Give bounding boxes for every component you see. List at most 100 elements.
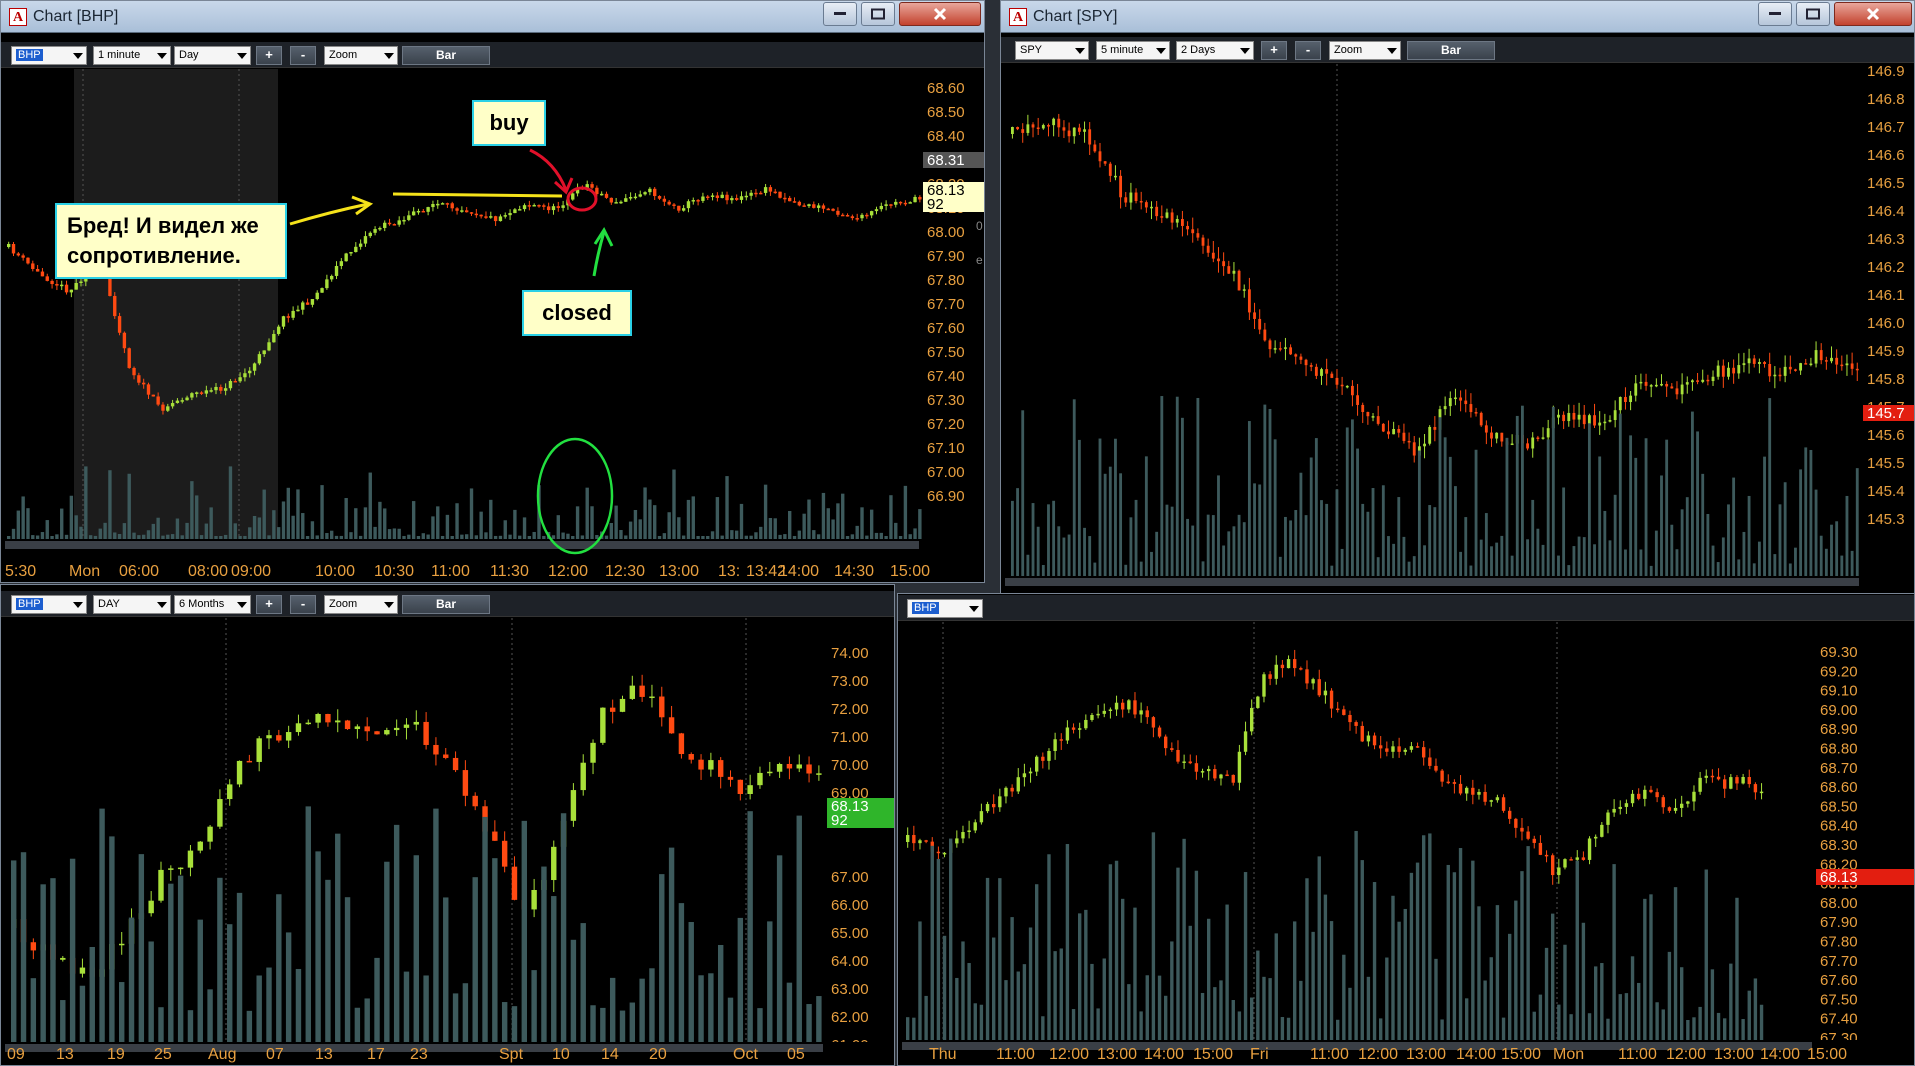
price-tag-label: 92 bbox=[927, 196, 944, 213]
volume-bar bbox=[484, 532, 488, 539]
candle-body bbox=[1047, 125, 1050, 127]
candle-body bbox=[1243, 731, 1248, 752]
maximize-button[interactable] bbox=[1796, 2, 1830, 26]
volume-bar bbox=[1256, 950, 1260, 1040]
interval-select[interactable]: DAY bbox=[93, 595, 171, 614]
title-bar[interactable]: A Chart [SPY] bbox=[1001, 1, 1914, 33]
volume-bar bbox=[199, 535, 204, 539]
close-button[interactable] bbox=[1834, 2, 1912, 26]
candle-body bbox=[1477, 791, 1481, 795]
bhp-2day-chart[interactable]: 69.30 69.20 69.10 69.00 68.90 68.80 68.70 68.60… bbox=[898, 622, 1915, 1066]
volume-bar bbox=[493, 535, 498, 539]
interval-select[interactable]: 5 minute bbox=[1096, 41, 1170, 60]
maximize-button[interactable] bbox=[861, 2, 895, 26]
volume-bar bbox=[571, 535, 575, 539]
candle-body bbox=[1675, 388, 1679, 395]
volume-bar bbox=[678, 903, 685, 1042]
volume-bar bbox=[855, 525, 859, 539]
zoom-in-button[interactable]: + bbox=[256, 46, 282, 65]
volume-bar bbox=[1084, 909, 1088, 1040]
candle-body bbox=[175, 400, 180, 404]
candle-body bbox=[1227, 266, 1231, 274]
period-select[interactable]: 6 Months bbox=[174, 595, 251, 614]
candle-body bbox=[1526, 831, 1530, 839]
title-bar[interactable]: A Chart [BHP] bbox=[1, 1, 984, 33]
zoom-select[interactable]: Zoom bbox=[324, 46, 398, 65]
candle-body bbox=[734, 198, 739, 200]
candle-body bbox=[286, 316, 290, 318]
symbol-select[interactable]: BHP bbox=[11, 595, 87, 614]
candle-body bbox=[918, 196, 922, 200]
volume-bar bbox=[1452, 872, 1457, 1040]
minimize-button[interactable] bbox=[823, 2, 857, 26]
candle-body bbox=[1047, 750, 1051, 761]
price-tick-label: 146.0 bbox=[1867, 315, 1905, 332]
zoom-in-button[interactable]: + bbox=[256, 595, 282, 614]
price-tick-label: 67.20 bbox=[927, 416, 965, 433]
interval-select[interactable]: 1 minute bbox=[93, 46, 171, 65]
volume-bar bbox=[1701, 473, 1705, 576]
candle bbox=[344, 252, 348, 262]
volume-bar bbox=[763, 484, 768, 539]
volume-bar bbox=[561, 532, 565, 539]
time-tick-label: 11:00 bbox=[1310, 1046, 1349, 1063]
candle-body bbox=[1661, 797, 1665, 808]
price-tick-label: 67.70 bbox=[1820, 953, 1858, 970]
volume-bar bbox=[725, 476, 729, 539]
volume-bar bbox=[1145, 975, 1149, 1040]
volume-bar bbox=[749, 535, 753, 539]
volume-bar bbox=[1093, 562, 1097, 576]
zoom-select[interactable]: Zoom bbox=[1329, 41, 1401, 60]
candle-body bbox=[1593, 415, 1596, 426]
candle-body bbox=[720, 194, 724, 198]
zoom-select[interactable]: Zoom bbox=[324, 595, 398, 614]
zoom-out-button[interactable]: - bbox=[290, 595, 316, 614]
time-tick-label: 15:00 bbox=[1807, 1046, 1847, 1063]
candle-body bbox=[168, 868, 174, 870]
period-select[interactable]: 2 Days bbox=[1176, 41, 1254, 60]
bar-type-button[interactable]: Bar bbox=[402, 46, 490, 65]
candle-body bbox=[204, 390, 209, 394]
bhp-intraday-chart[interactable]: 68.6068.5068.4068.3168.2068.1068.0067.90… bbox=[1, 69, 985, 583]
candle bbox=[1479, 411, 1483, 427]
volume-bar bbox=[1206, 514, 1210, 576]
candle-body bbox=[402, 219, 406, 222]
symbol-select[interactable]: BHP bbox=[907, 599, 983, 618]
volume-bar bbox=[1618, 994, 1622, 1040]
volume-bar bbox=[1783, 482, 1787, 576]
close-button[interactable] bbox=[899, 2, 981, 26]
volume-bar bbox=[1698, 1006, 1702, 1040]
volume-bar bbox=[992, 937, 996, 1040]
zoom-in-button[interactable]: + bbox=[1261, 41, 1287, 60]
candle-body bbox=[413, 721, 419, 725]
volume-bar bbox=[291, 515, 295, 539]
candle-body bbox=[1299, 356, 1303, 360]
bhp-daily-chart[interactable]: 74.0073.0072.0071.0070.0069.0067.0066.00… bbox=[1, 618, 895, 1066]
minimize-button[interactable] bbox=[1758, 2, 1792, 26]
volume-bar bbox=[98, 528, 102, 539]
price-tick-label: 67.00 bbox=[927, 464, 965, 481]
candle-body bbox=[1603, 421, 1607, 424]
volume-bar bbox=[1521, 405, 1524, 576]
volume-bar bbox=[1366, 976, 1371, 1040]
zoom-out-button[interactable]: - bbox=[290, 46, 316, 65]
period-select[interactable]: Day bbox=[174, 46, 251, 65]
volume-bar bbox=[1155, 531, 1159, 576]
candle-body bbox=[841, 214, 845, 217]
candle-body bbox=[1093, 144, 1097, 152]
price-tick-label: 67.80 bbox=[1820, 934, 1858, 951]
symbol-select[interactable]: BHP bbox=[11, 46, 87, 65]
candle-body bbox=[1835, 357, 1839, 365]
volume-bar bbox=[667, 512, 671, 539]
price-tag-label: 92 bbox=[831, 812, 848, 829]
volume-bar bbox=[1121, 898, 1125, 1040]
symbol-select[interactable]: SPY bbox=[1015, 41, 1089, 60]
volume-bar bbox=[1587, 1013, 1592, 1040]
bar-type-button[interactable]: Bar bbox=[402, 595, 490, 614]
time-tick-label: 15:00 bbox=[1501, 1046, 1541, 1063]
zoom-out-button[interactable]: - bbox=[1295, 41, 1321, 60]
bar-type-button[interactable]: Bar bbox=[1407, 41, 1495, 60]
candle-body bbox=[797, 201, 802, 206]
volume-bar bbox=[1845, 495, 1849, 576]
spy-intraday-chart[interactable]: 146.9 146.8 146.7 146.6 146.5 146.4 146.3 146.2… bbox=[1001, 64, 1915, 618]
